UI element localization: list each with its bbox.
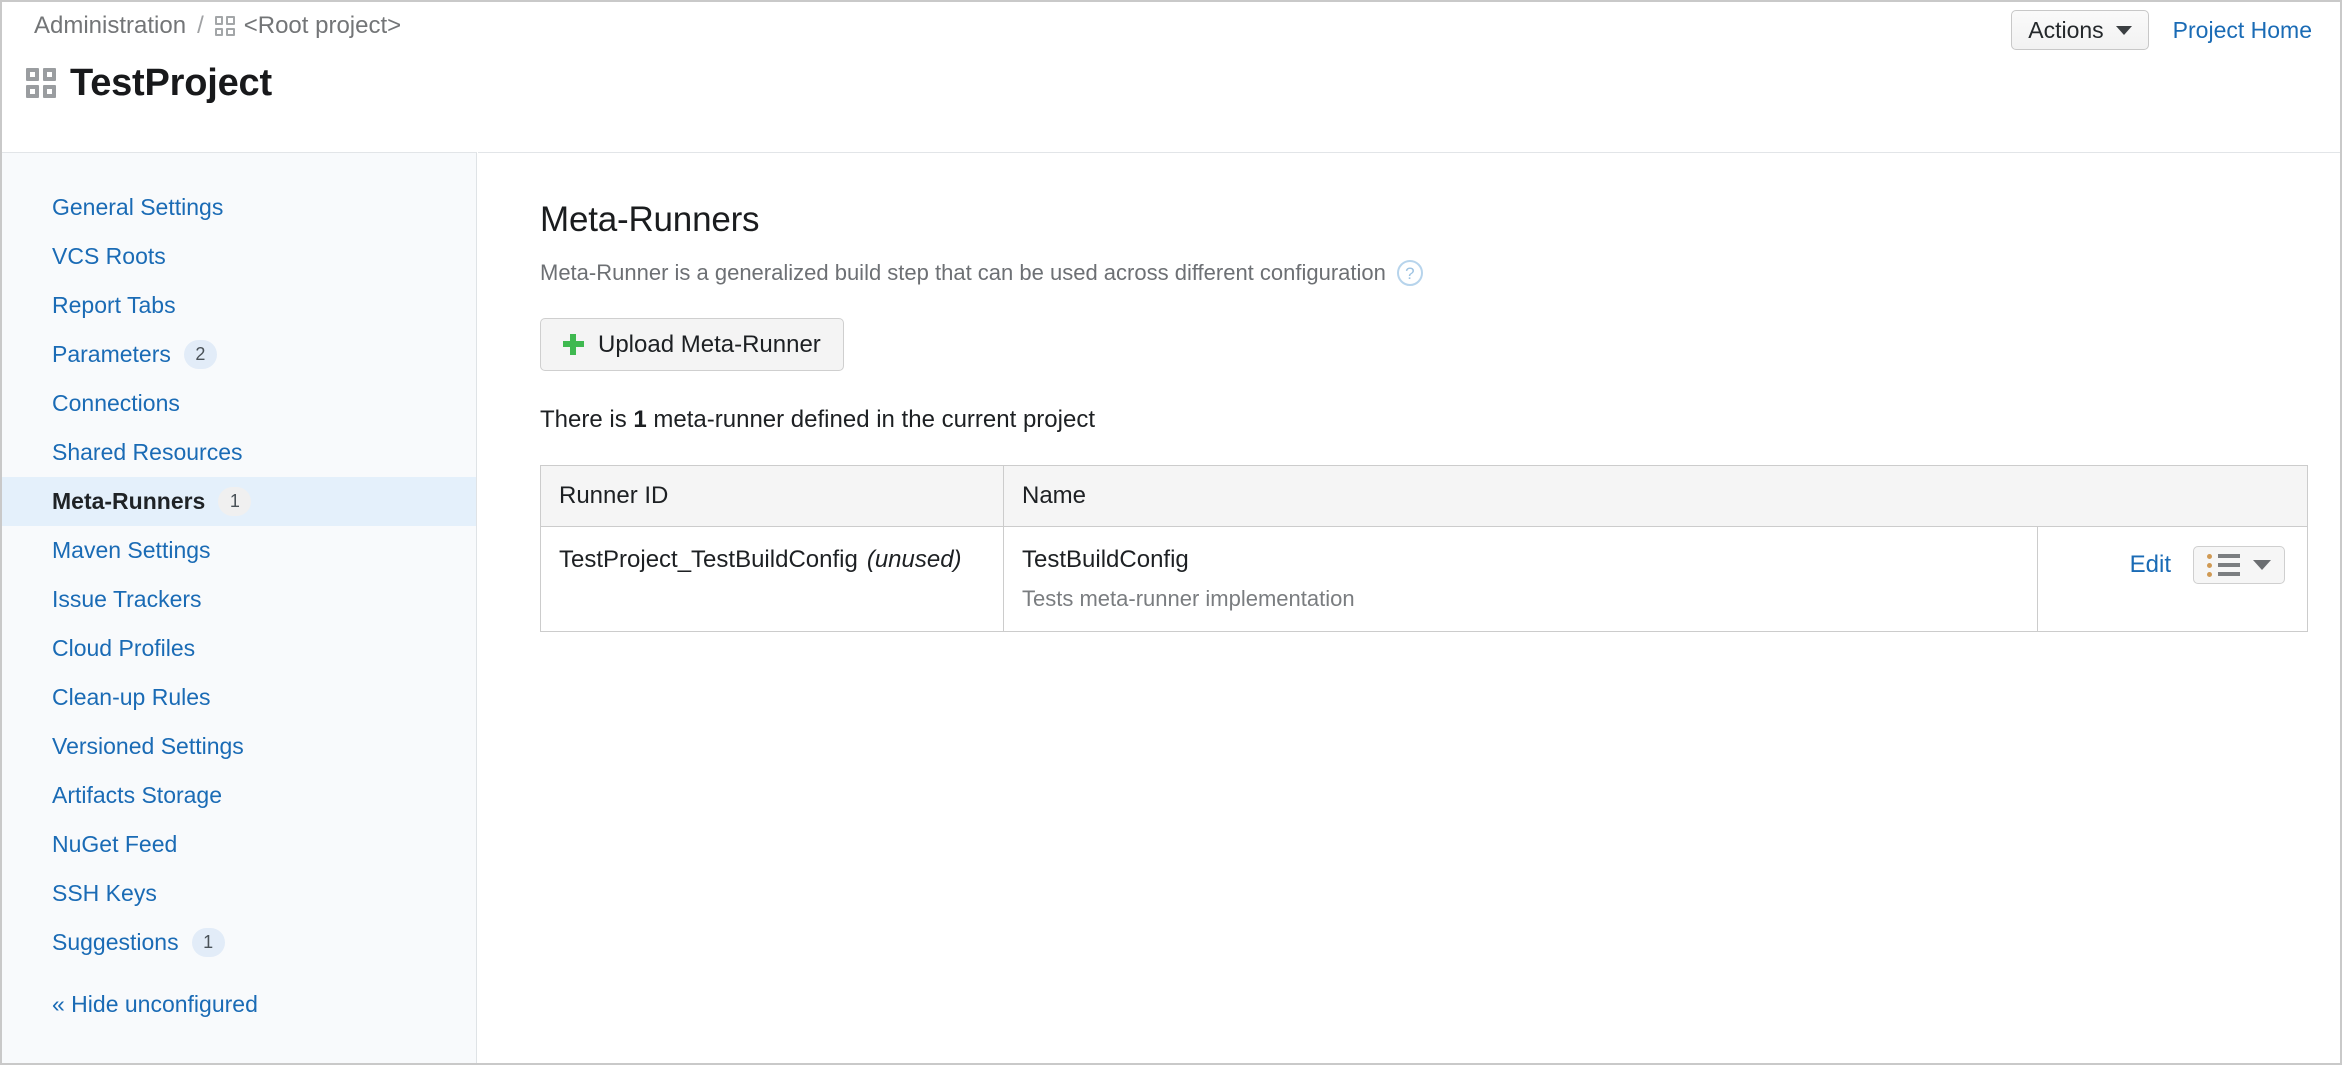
sidebar-item-vcs-roots[interactable]: VCS Roots bbox=[2, 232, 476, 281]
runner-id-unused-note: (unused) bbox=[867, 546, 962, 573]
sidebar-item-badge: 1 bbox=[192, 928, 225, 957]
project-grid-icon bbox=[215, 16, 235, 36]
sidebar-item-parameters[interactable]: Parameters 2 bbox=[2, 330, 476, 379]
question-mark-icon[interactable]: ? bbox=[1397, 260, 1423, 286]
top-bar: Administration / <Root project> TestProj… bbox=[2, 2, 2340, 152]
meta-runner-count-text: There is 1 meta-runner defined in the cu… bbox=[540, 406, 2340, 434]
column-header-actions bbox=[2038, 466, 2308, 527]
upload-meta-runner-button[interactable]: Upload Meta-Runner bbox=[540, 318, 844, 371]
upload-meta-runner-button-label: Upload Meta-Runner bbox=[598, 331, 821, 359]
plus-icon bbox=[563, 334, 584, 355]
breadcrumb-item-administration[interactable]: Administration bbox=[34, 14, 186, 38]
runner-id-value: TestProject_TestBuildConfig bbox=[559, 546, 858, 573]
sidebar-item-label: Shared Resources bbox=[52, 439, 243, 466]
sidebar-item-suggestions[interactable]: Suggestions 1 bbox=[2, 918, 476, 967]
count-prefix: There is bbox=[540, 406, 627, 433]
sidebar-item-versioned-settings[interactable]: Versioned Settings bbox=[2, 722, 476, 771]
sidebar-item-label: Versioned Settings bbox=[52, 733, 244, 760]
sidebar-item-label: Parameters bbox=[52, 341, 171, 368]
sidebar-item-label: NuGet Feed bbox=[52, 831, 177, 858]
sidebar-item-label: Suggestions bbox=[52, 929, 179, 956]
sidebar-item-label: Artifacts Storage bbox=[52, 782, 222, 809]
edit-link[interactable]: Edit bbox=[2130, 551, 2171, 579]
breadcrumb-separator: / bbox=[197, 14, 204, 38]
sidebar-item-badge: 2 bbox=[184, 340, 217, 369]
sidebar-item-label: VCS Roots bbox=[52, 243, 166, 270]
cell-actions: Edit bbox=[2038, 527, 2308, 632]
cell-runner-id: TestProject_TestBuildConfig (unused) bbox=[541, 527, 1004, 632]
chevron-down-icon bbox=[2253, 560, 2271, 570]
breadcrumb-item-root-project-label: <Root project> bbox=[244, 14, 401, 38]
runner-name-value: TestBuildConfig bbox=[1022, 546, 2037, 574]
sidebar-item-nuget-feed[interactable]: NuGet Feed bbox=[2, 820, 476, 869]
section-subtitle: Meta-Runner is a generalized build step … bbox=[540, 260, 2340, 286]
sidebar-item-ssh-keys[interactable]: SSH Keys bbox=[2, 869, 476, 918]
teamcity-admin-page: Administration / <Root project> TestProj… bbox=[0, 0, 2342, 1065]
page-title: TestProject bbox=[70, 64, 272, 102]
row-menu-button[interactable] bbox=[2193, 546, 2285, 584]
sidebar-item-label: Meta-Runners bbox=[52, 488, 205, 515]
sidebar-item-general-settings[interactable]: General Settings bbox=[2, 183, 476, 232]
sidebar: General Settings VCS Roots Report Tabs P… bbox=[2, 152, 477, 1063]
breadcrumb: Administration / <Root project> bbox=[34, 14, 401, 38]
sidebar-item-label: Report Tabs bbox=[52, 292, 176, 319]
chevron-down-icon bbox=[2116, 26, 2132, 35]
project-home-link[interactable]: Project Home bbox=[2173, 17, 2312, 44]
table-row: TestProject_TestBuildConfig (unused) Test… bbox=[541, 527, 2308, 632]
project-grid-icon-large bbox=[26, 68, 56, 98]
sidebar-item-artifacts-storage[interactable]: Artifacts Storage bbox=[2, 771, 476, 820]
meta-runners-table: Runner ID Name TestProject_TestBuildConf… bbox=[540, 465, 2308, 632]
actions-button[interactable]: Actions bbox=[2011, 10, 2148, 50]
sidebar-item-label: General Settings bbox=[52, 194, 223, 221]
sidebar-item-report-tabs[interactable]: Report Tabs bbox=[2, 281, 476, 330]
runner-description: Tests meta-runner implementation bbox=[1022, 586, 2037, 612]
sidebar-item-shared-resources[interactable]: Shared Resources bbox=[2, 428, 476, 477]
sidebar-item-label: SSH Keys bbox=[52, 880, 157, 907]
table-header-row: Runner ID Name bbox=[541, 466, 2308, 527]
count-suffix: meta-runner defined in the current proje… bbox=[653, 406, 1095, 433]
sidebar-item-clean-up-rules[interactable]: Clean-up Rules bbox=[2, 673, 476, 722]
sidebar-item-maven-settings[interactable]: Maven Settings bbox=[2, 526, 476, 575]
sidebar-item-issue-trackers[interactable]: Issue Trackers bbox=[2, 575, 476, 624]
column-header-name: Name bbox=[1004, 466, 2038, 527]
top-bar-right-controls: Actions Project Home bbox=[2011, 10, 2312, 50]
section-subtitle-text: Meta-Runner is a generalized build step … bbox=[540, 260, 1386, 286]
breadcrumb-item-root-project[interactable]: <Root project> bbox=[215, 14, 401, 38]
sidebar-item-meta-runners[interactable]: Meta-Runners 1 bbox=[2, 477, 476, 526]
page-title-row: TestProject bbox=[26, 64, 272, 102]
section-title: Meta-Runners bbox=[540, 200, 2340, 240]
sidebar-item-label: Connections bbox=[52, 390, 180, 417]
sidebar-item-connections[interactable]: Connections bbox=[2, 379, 476, 428]
sidebar-item-label: Clean-up Rules bbox=[52, 684, 211, 711]
main-content: Meta-Runners Meta-Runner is a generalize… bbox=[478, 152, 2340, 1063]
sidebar-item-label: Maven Settings bbox=[52, 537, 211, 564]
cell-name: TestBuildConfig Tests meta-runner implem… bbox=[1004, 527, 2038, 632]
sidebar-item-label: Cloud Profiles bbox=[52, 635, 195, 662]
sidebar-item-cloud-profiles[interactable]: Cloud Profiles bbox=[2, 624, 476, 673]
bulleted-list-icon bbox=[2207, 554, 2240, 577]
sidebar-item-badge: 1 bbox=[218, 487, 251, 516]
count-value: 1 bbox=[633, 406, 646, 433]
actions-button-label: Actions bbox=[2028, 17, 2103, 44]
column-header-runner-id: Runner ID bbox=[541, 466, 1004, 527]
sidebar-item-label: Issue Trackers bbox=[52, 586, 202, 613]
hide-unconfigured-link[interactable]: « Hide unconfigured bbox=[2, 984, 476, 1024]
